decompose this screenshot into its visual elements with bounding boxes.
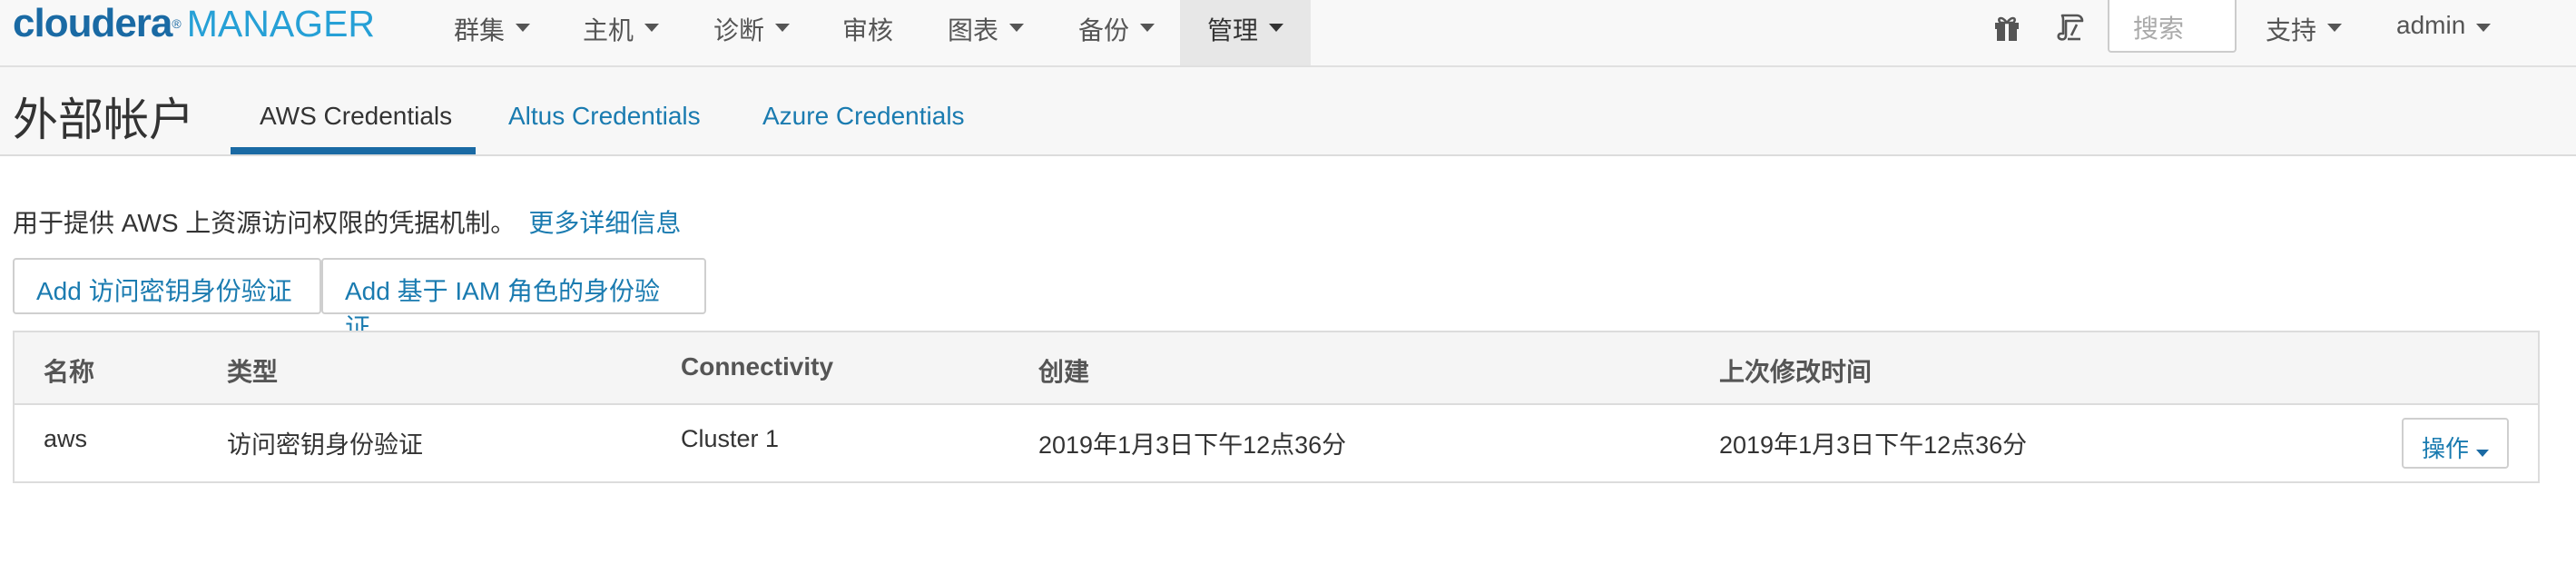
support-label: 支持 — [2266, 16, 2317, 45]
nav-charts-menu[interactable]: 图表 — [948, 0, 1025, 65]
active-tab-indicator — [231, 147, 476, 154]
row-actions-label: 操作 — [2422, 435, 2470, 462]
search-input[interactable]: 搜索 — [2108, 0, 2237, 53]
support-menu[interactable]: 支持 — [2266, 11, 2343, 47]
column-header-name[interactable]: 名称 — [44, 352, 94, 389]
running-commands-icon[interactable] — [2055, 12, 2086, 43]
tab-altus-credentials[interactable]: Altus Credentials — [508, 102, 701, 131]
nav-audits-label: 审核 — [842, 16, 894, 45]
column-header-modified[interactable]: 上次修改时间 — [1719, 352, 1872, 389]
add-access-key-auth-button[interactable]: Add 访问密钥身份验证 — [13, 258, 321, 314]
nav-backup-menu[interactable]: 备份 — [1078, 0, 1155, 65]
cell-name: aws — [44, 425, 88, 452]
chevron-down-icon — [1269, 24, 1284, 32]
nav-diagnostics-label: 诊断 — [713, 16, 765, 45]
nav-clusters-menu[interactable]: 群集 — [454, 0, 531, 65]
description-text: 用于提供 AWS 上资源访问权限的凭据机制。 更多详细信息 — [13, 203, 681, 240]
column-header-created[interactable]: 创建 — [1038, 352, 1089, 389]
page-header: 外部帐户 AWS Credentials Altus Credentials A… — [0, 67, 2576, 156]
chevron-down-icon — [644, 24, 660, 32]
cell-connectivity: Cluster 1 — [681, 425, 780, 452]
chevron-down-icon — [775, 24, 791, 32]
cell-type: 访问密钥身份验证 — [227, 431, 423, 459]
row-actions-button[interactable]: 操作 — [2402, 418, 2509, 469]
chevron-down-icon — [2476, 450, 2490, 457]
nav-backup-label: 备份 — [1078, 16, 1130, 45]
user-menu[interactable]: admin — [2396, 11, 2492, 40]
nav-hosts-label: 主机 — [583, 16, 634, 45]
description-label: 用于提供 AWS 上资源访问权限的凭据机制。 — [13, 209, 516, 237]
cell-created: 2019年1月3日下午12点36分 — [1038, 431, 1347, 459]
nav-charts-label: 图表 — [948, 16, 999, 45]
chevron-down-icon — [516, 24, 531, 32]
top-navbar: cloudera®MANAGER 群集 主机 诊断 审核 图表 备份 管理 — [0, 0, 2576, 67]
more-details-link[interactable]: 更多详细信息 — [528, 209, 681, 237]
chevron-down-icon — [1140, 24, 1155, 32]
nav-clusters-label: 群集 — [454, 16, 506, 45]
cell-modified: 2019年1月3日下午12点36分 — [1719, 431, 2028, 459]
nav-diagnostics-menu[interactable]: 诊断 — [713, 0, 791, 65]
nav-audits-link[interactable]: 审核 — [842, 0, 893, 65]
credentials-table: 名称 类型 Connectivity 创建 上次修改时间 aws 访问密钥身份验… — [13, 331, 2540, 483]
page-title: 外部帐户 — [13, 94, 194, 145]
tab-azure-credentials[interactable]: Azure Credentials — [762, 102, 965, 131]
tab-aws-credentials[interactable]: AWS Credentials — [260, 102, 452, 131]
column-header-connectivity[interactable]: Connectivity — [681, 352, 833, 381]
chevron-down-icon — [1009, 24, 1025, 32]
nav-administration-label: 管理 — [1207, 16, 1259, 45]
table-header: 名称 类型 Connectivity 创建 上次修改时间 — [15, 332, 2538, 405]
nav-hosts-menu[interactable]: 主机 — [583, 0, 660, 65]
column-header-type[interactable]: 类型 — [227, 352, 278, 389]
nav-administration-menu[interactable]: 管理 — [1180, 0, 1311, 65]
chevron-down-icon — [2476, 24, 2492, 32]
user-label: admin — [2396, 11, 2466, 39]
add-iam-role-auth-button[interactable]: Add 基于 IAM 角色的身份验证 — [321, 258, 706, 341]
gift-icon[interactable] — [1991, 13, 2022, 44]
chevron-down-icon — [2327, 24, 2343, 32]
